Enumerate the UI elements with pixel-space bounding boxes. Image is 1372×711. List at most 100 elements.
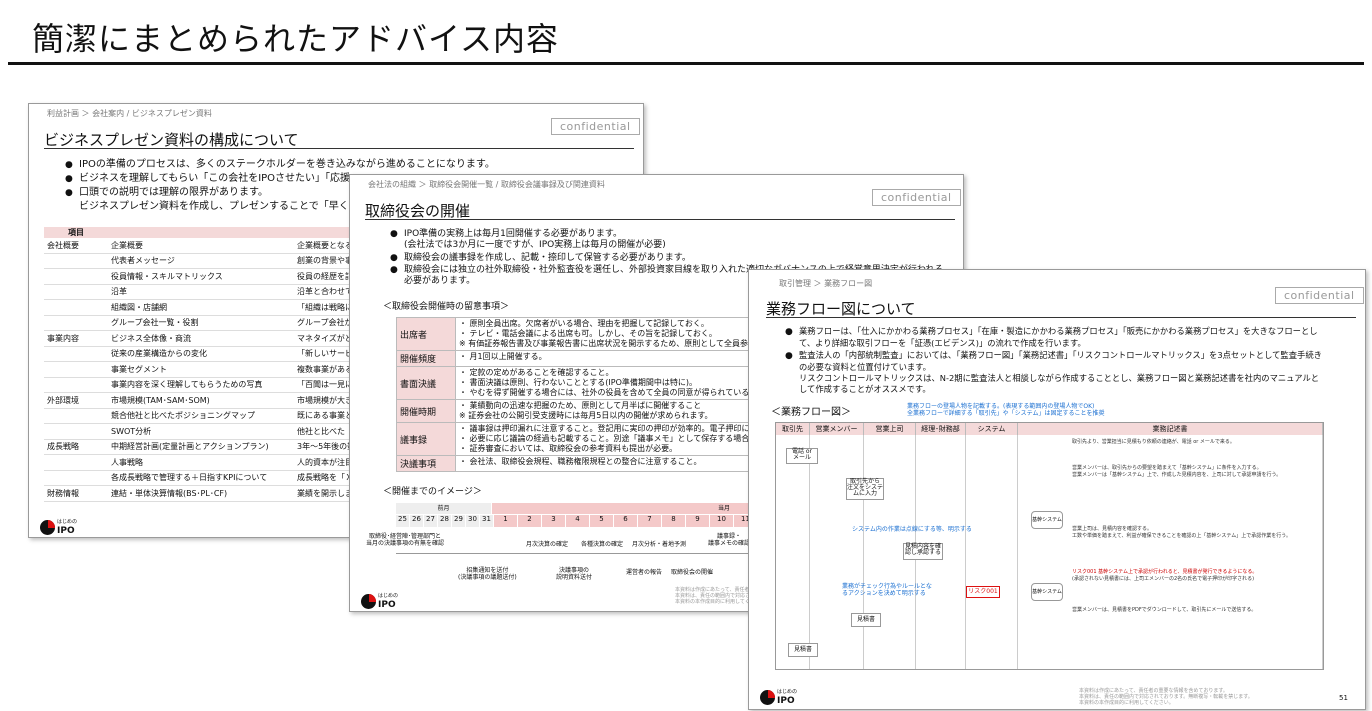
day-cell: 6 <box>614 515 637 527</box>
flow-description-line: 営業上司は、見積内容を確認する。 <box>1072 526 1153 532</box>
flow-box: 取引先から 注文をシステ ムに入力 <box>846 478 884 500</box>
title-underline <box>8 62 1364 65</box>
flow-section-heading: ＜業務フロー図＞ <box>771 407 851 418</box>
notes-section-heading: ＜取締役会開催時の留意事項＞ <box>383 302 510 312</box>
row-item: 各成長戦略で管理する＋日指すKPIについて <box>108 470 294 486</box>
slide2-logo: はじめの IPO <box>361 592 398 610</box>
timeline-section-heading: ＜開催までのイメージ＞ <box>383 487 482 497</box>
month-prev: 前月 <box>396 503 491 514</box>
day-cell: 25 <box>396 515 409 527</box>
flow-column-header: 営業上司 <box>864 423 916 435</box>
row-item: 人事戦略 <box>108 454 294 471</box>
flow-lane <box>776 435 810 669</box>
day-cell: 30 <box>466 515 479 527</box>
slide3-bullet-text: 業務フローは、「仕入にかかわる業務プロセス」「在庫・製造にかかわる業務プロセス」… <box>799 326 1318 336</box>
timeline-event: 決議事項の 説明資料送付 <box>556 567 593 581</box>
row-item: 企業概要 <box>108 238 294 254</box>
flow-description-line: 工数や単価を踏まえて、利益が確保できることを確認の上「基幹システム」上で承認作業… <box>1072 533 1291 539</box>
flow-column-header: 経理･財務部 <box>916 423 966 435</box>
day-cell: 27 <box>424 515 437 527</box>
row-category <box>44 315 108 331</box>
day-cell: 10 <box>710 515 733 527</box>
row-category <box>44 361 108 378</box>
row-item: SWOT分析 <box>108 423 294 440</box>
flow-lane <box>810 435 864 669</box>
slide2-bullet-text: 取締役会の議事録を作成し、記載・捺印して保管する必要があります。 <box>404 253 691 263</box>
row-category: 財務情報 <box>44 485 108 502</box>
page-number: 51 <box>1339 694 1348 702</box>
day-cell: 7 <box>638 515 661 527</box>
flow-column-header: 取引先 <box>776 423 810 435</box>
slide1-title: ビジネスプレゼン資料の構成について <box>44 131 299 149</box>
row-item: グループ会社一覧・役割 <box>108 315 294 331</box>
notes-row-heading: 開催頻度 <box>396 350 456 367</box>
flow-box: 見積内容を確 認し承認する <box>903 543 943 560</box>
slide1-bullet-text: IPOの準備のプロセスは、多くのステークホルダーを巻き込みながら進めることになり… <box>79 159 495 170</box>
slide3-bullet-sub: て、より詳細な取引フローを「証憑(エビデンス)」の流れで作成を行います。 <box>799 338 1086 348</box>
page-title: 簡潔にまとめられたアドバイス内容 <box>32 20 560 58</box>
row-item: 組織図・店舗網 <box>108 299 294 316</box>
slide2-bullet: ● 取締役会の議事録を作成し、記載・捺印して保管する必要があります。 <box>390 253 691 263</box>
row-category <box>44 377 108 393</box>
slide1-bullet-text: ビジネスを理解してもらい「この会社をIPOさせたい」「応援 <box>79 173 351 184</box>
row-item: 沿革 <box>108 284 294 300</box>
day-cell: 4 <box>566 515 589 527</box>
flow-blue-note: システム内の作業は点線にする等、明示する <box>852 526 972 533</box>
row-category: 会社概要 <box>44 238 108 254</box>
flow-description-line: 営業メンバーは「基幹システム」上で、作成した見積内容を、上司に対して承認申請を行… <box>1072 472 1282 478</box>
day-cell: 31 <box>480 515 493 527</box>
slide2-title-rule <box>365 219 955 220</box>
slide3-confidential-badge: confidential <box>1275 287 1364 304</box>
slide1-confidential-badge: confidential <box>551 118 640 135</box>
row-item: 代表者メッセージ <box>108 253 294 269</box>
slide3-breadcrumb: 取引管理 ＞ 業務フロー図 <box>779 279 873 288</box>
row-category: 事業内容 <box>44 330 108 347</box>
logo-mark-icon <box>40 519 55 535</box>
flow-blue-note: 業務フローの登場人物を記載する。(表現する範囲内の登場人物でOK) 全業務フローで… <box>907 403 1105 417</box>
slide2-confidential-badge: confidential <box>872 189 961 206</box>
day-cell: 8 <box>662 515 685 527</box>
timeline-event: 月次分析・着地予測 <box>632 541 687 548</box>
timeline-event: 議事録・ 議事メモの確認 <box>708 533 751 547</box>
slide1-logo: はじめの IPO <box>40 518 77 536</box>
slide1-breadcrumb: 利益計画 ＞ 会社案内 / ビジネスプレゼン資料 <box>47 109 212 118</box>
flow-box: 見積書 <box>851 613 881 627</box>
flow-box: 電話 or メール <box>786 448 818 464</box>
day-cell: 28 <box>438 515 451 527</box>
day-cell: 1 <box>494 515 517 527</box>
row-item: ビジネス全体像・商流 <box>108 330 294 347</box>
slide3-bullet-sub: リスクコントロールマトリックスは、N-2期に監査法人と相談しながら作成することと… <box>799 373 1320 383</box>
day-cell: 2 <box>518 515 541 527</box>
flow-description-line: リスク001 基幹システム上で承認が行われると、見積書が発行できるようになる。 <box>1072 569 1258 575</box>
slide1-bullet: ● IPOの準備のプロセスは、多くのステークホルダーを巻き込みながら進めることにな… <box>65 159 495 170</box>
flow-description-line: 取引先より、営業担当に見積もり依頼の連絡が、電話 or メールで来る。 <box>1072 439 1235 445</box>
slide1-bullet-sub: ビジネスプレゼン資料を作成し、プレゼンすることで「早く・正 <box>79 201 369 212</box>
slide2-bullet-sub: (会社法では3か月に一度ですが、IPO実務上は毎月の開催が必要) <box>404 240 666 250</box>
database-icon: 基幹システム <box>1031 583 1063 601</box>
row-category: 成長戦略 <box>44 439 108 455</box>
timeline-event: 取締役会の開催 <box>671 569 714 576</box>
row-item: 役員情報・スキルマトリックス <box>108 268 294 285</box>
slide3-title: 業務フロー図について <box>766 300 916 318</box>
day-cell: 3 <box>542 515 565 527</box>
flow-description-line: 営業メンバーは、取引先からの要望を踏まえて「基幹システム」に条件を入力する。 <box>1072 465 1262 471</box>
flow-box: 見積書 <box>788 643 818 657</box>
flow-column-header: システム <box>966 423 1018 435</box>
row-category <box>44 470 108 486</box>
row-category <box>44 299 108 316</box>
timeline-event: 各種決算の確定 <box>581 541 624 548</box>
flow-column-header: 営業メンバー <box>810 423 864 435</box>
row-item: 事業セグメント <box>108 361 294 378</box>
slide2-bullet: ● IPO準備の実務上は毎月1回開催する必要があります。 (会社法では3か月に一度で… <box>390 229 666 250</box>
logo-text: はじめの IPO <box>378 593 399 610</box>
flow-chart: 取引先 営業メンバー 営業上司 経理･財務部 システム 業務記述書 電話 or メール 取… <box>775 422 1324 670</box>
logo-text: はじめの IPO <box>57 519 78 536</box>
row-category <box>44 268 108 285</box>
row-item: 事業内容を深く理解してもらうための写真 <box>108 377 294 393</box>
row-category: 外部環境 <box>44 392 108 409</box>
flow-blue-note: 業務がチェック行為やルールとな るアクションを決めて明示する <box>842 583 932 597</box>
slide1-bullet: ● ビジネスを理解してもらい「この会社をIPOさせたい」「応援 <box>65 173 351 184</box>
slide1-bullet-text: 口頭での説明では理解の限界があります。 <box>79 187 268 198</box>
row-item: 中期経営計画(定量計画とアクションプラン) <box>108 439 294 455</box>
day-cell: 5 <box>590 515 613 527</box>
